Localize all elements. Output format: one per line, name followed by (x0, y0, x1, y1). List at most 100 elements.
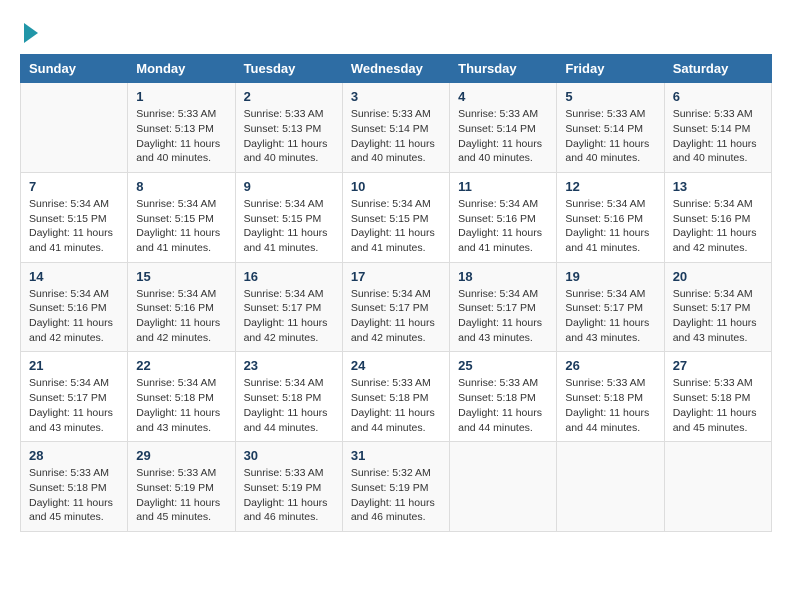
day-number: 28 (29, 448, 119, 463)
day-number: 3 (351, 89, 441, 104)
day-number: 8 (136, 179, 226, 194)
day-info: Sunrise: 5:34 AMSunset: 5:17 PMDaylight:… (244, 287, 334, 346)
calendar-cell: 14 Sunrise: 5:34 AMSunset: 5:16 PMDayligh… (21, 262, 128, 352)
day-info: Sunrise: 5:34 AMSunset: 5:15 PMDaylight:… (351, 197, 441, 256)
calendar-cell: 3Sunrise: 5:33 AMSunset: 5:14 PMDaylight… (342, 83, 449, 173)
col-header-thursday: Thursday (450, 55, 557, 83)
calendar-cell: 13 Sunrise: 5:34 AMSunset: 5:16 PMDayligh… (664, 172, 771, 262)
calendar-cell: 10 Sunrise: 5:34 AMSunset: 5:15 PMDayligh… (342, 172, 449, 262)
calendar-cell (21, 83, 128, 173)
day-info: Sunrise: 5:34 AMSunset: 5:17 PMDaylight:… (29, 376, 119, 435)
logo-arrow-icon (24, 23, 38, 43)
day-number: 14 (29, 269, 119, 284)
day-info: Sunrise: 5:34 AMSunset: 5:18 PMDaylight:… (244, 376, 334, 435)
calendar-cell: 27 Sunrise: 5:33 AMSunset: 5:18 PMDayligh… (664, 352, 771, 442)
calendar-cell: 31 Sunrise: 5:32 AMSunset: 5:19 PMDayligh… (342, 442, 449, 532)
day-info: Sunrise: 5:33 AMSunset: 5:13 PMDaylight:… (244, 107, 334, 166)
day-info: Sunrise: 5:34 AMSunset: 5:15 PMDaylight:… (244, 197, 334, 256)
calendar-cell: 4Sunrise: 5:33 AMSunset: 5:14 PMDaylight… (450, 83, 557, 173)
day-info: Sunrise: 5:33 AMSunset: 5:14 PMDaylight:… (673, 107, 763, 166)
day-number: 22 (136, 358, 226, 373)
day-number: 21 (29, 358, 119, 373)
day-number: 13 (673, 179, 763, 194)
calendar-cell: 7 Sunrise: 5:34 AMSunset: 5:15 PMDaylight… (21, 172, 128, 262)
day-info: Sunrise: 5:33 AMSunset: 5:19 PMDaylight:… (244, 466, 334, 525)
calendar-cell: 26Sunrise: 5:33 AMSunset: 5:18 PMDayligh… (557, 352, 664, 442)
calendar-cell: 29 Sunrise: 5:33 AMSunset: 5:19 PMDayligh… (128, 442, 235, 532)
day-info: Sunrise: 5:33 AMSunset: 5:14 PMDaylight:… (565, 107, 655, 166)
day-number: 9 (244, 179, 334, 194)
day-number: 25 (458, 358, 548, 373)
day-info: Sunrise: 5:33 AMSunset: 5:14 PMDaylight:… (458, 107, 548, 166)
day-info: Sunrise: 5:34 AMSunset: 5:16 PMDaylight:… (29, 287, 119, 346)
day-number: 6 (673, 89, 763, 104)
day-number: 15 (136, 269, 226, 284)
day-info: Sunrise: 5:34 AMSunset: 5:15 PMDaylight:… (136, 197, 226, 256)
calendar-cell: 30 Sunrise: 5:33 AMSunset: 5:19 PMDayligh… (235, 442, 342, 532)
day-number: 5 (565, 89, 655, 104)
day-info: Sunrise: 5:34 AMSunset: 5:16 PMDaylight:… (136, 287, 226, 346)
day-info: Sunrise: 5:33 AMSunset: 5:13 PMDaylight:… (136, 107, 226, 166)
col-header-tuesday: Tuesday (235, 55, 342, 83)
calendar-cell: 28 Sunrise: 5:33 AMSunset: 5:18 PMDayligh… (21, 442, 128, 532)
day-number: 24 (351, 358, 441, 373)
day-number: 11 (458, 179, 548, 194)
day-info: Sunrise: 5:33 AMSunset: 5:18 PMDaylight:… (351, 376, 441, 435)
day-info: Sunrise: 5:34 AMSunset: 5:17 PMDaylight:… (351, 287, 441, 346)
calendar-cell: 5 Sunrise: 5:33 AMSunset: 5:14 PMDaylight… (557, 83, 664, 173)
day-number: 12 (565, 179, 655, 194)
day-number: 29 (136, 448, 226, 463)
day-info: Sunrise: 5:33 AMSunset: 5:18 PMDaylight:… (458, 376, 548, 435)
week-row-2: 7 Sunrise: 5:34 AMSunset: 5:15 PMDaylight… (21, 172, 772, 262)
calendar-cell: 19 Sunrise: 5:34 AMSunset: 5:17 PMDayligh… (557, 262, 664, 352)
col-header-saturday: Saturday (664, 55, 771, 83)
calendar-cell: 23 Sunrise: 5:34 AMSunset: 5:18 PMDayligh… (235, 352, 342, 442)
calendar-cell: 9 Sunrise: 5:34 AMSunset: 5:15 PMDaylight… (235, 172, 342, 262)
day-info: Sunrise: 5:34 AMSunset: 5:15 PMDaylight:… (29, 197, 119, 256)
day-number: 10 (351, 179, 441, 194)
day-number: 17 (351, 269, 441, 284)
header-row: SundayMondayTuesdayWednesdayThursdayFrid… (21, 55, 772, 83)
calendar-cell: 24 Sunrise: 5:33 AMSunset: 5:18 PMDayligh… (342, 352, 449, 442)
calendar-cell: 17 Sunrise: 5:34 AMSunset: 5:17 PMDayligh… (342, 262, 449, 352)
calendar-cell: 8 Sunrise: 5:34 AMSunset: 5:15 PMDaylight… (128, 172, 235, 262)
calendar-cell: 20Sunrise: 5:34 AMSunset: 5:17 PMDayligh… (664, 262, 771, 352)
day-number: 30 (244, 448, 334, 463)
col-header-sunday: Sunday (21, 55, 128, 83)
day-number: 23 (244, 358, 334, 373)
calendar-cell (664, 442, 771, 532)
calendar-cell: 2Sunrise: 5:33 AMSunset: 5:13 PMDaylight… (235, 83, 342, 173)
calendar-cell (450, 442, 557, 532)
calendar-cell: 18 Sunrise: 5:34 AMSunset: 5:17 PMDayligh… (450, 262, 557, 352)
week-row-1: 1 Sunrise: 5:33 AMSunset: 5:13 PMDaylight… (21, 83, 772, 173)
calendar-cell: 6 Sunrise: 5:33 AMSunset: 5:14 PMDaylight… (664, 83, 771, 173)
day-info: Sunrise: 5:34 AMSunset: 5:16 PMDaylight:… (673, 197, 763, 256)
calendar-table: SundayMondayTuesdayWednesdayThursdayFrid… (20, 54, 772, 532)
col-header-friday: Friday (557, 55, 664, 83)
day-info: Sunrise: 5:33 AMSunset: 5:18 PMDaylight:… (673, 376, 763, 435)
day-info: Sunrise: 5:34 AMSunset: 5:16 PMDaylight:… (565, 197, 655, 256)
calendar-cell (557, 442, 664, 532)
day-number: 19 (565, 269, 655, 284)
day-number: 27 (673, 358, 763, 373)
week-row-4: 21 Sunrise: 5:34 AMSunset: 5:17 PMDayligh… (21, 352, 772, 442)
day-info: Sunrise: 5:33 AMSunset: 5:18 PMDaylight:… (29, 466, 119, 525)
calendar-cell: 1 Sunrise: 5:33 AMSunset: 5:13 PMDaylight… (128, 83, 235, 173)
week-row-3: 14 Sunrise: 5:34 AMSunset: 5:16 PMDayligh… (21, 262, 772, 352)
day-info: Sunrise: 5:34 AMSunset: 5:18 PMDaylight:… (136, 376, 226, 435)
day-number: 7 (29, 179, 119, 194)
day-number: 31 (351, 448, 441, 463)
day-info: Sunrise: 5:34 AMSunset: 5:17 PMDaylight:… (565, 287, 655, 346)
col-header-monday: Monday (128, 55, 235, 83)
week-row-5: 28 Sunrise: 5:33 AMSunset: 5:18 PMDayligh… (21, 442, 772, 532)
day-info: Sunrise: 5:34 AMSunset: 5:17 PMDaylight:… (458, 287, 548, 346)
day-info: Sunrise: 5:32 AMSunset: 5:19 PMDaylight:… (351, 466, 441, 525)
calendar-cell: 16Sunrise: 5:34 AMSunset: 5:17 PMDayligh… (235, 262, 342, 352)
day-number: 18 (458, 269, 548, 284)
day-number: 1 (136, 89, 226, 104)
calendar-cell: 22 Sunrise: 5:34 AMSunset: 5:18 PMDayligh… (128, 352, 235, 442)
day-info: Sunrise: 5:34 AMSunset: 5:16 PMDaylight:… (458, 197, 548, 256)
calendar-cell: 11 Sunrise: 5:34 AMSunset: 5:16 PMDayligh… (450, 172, 557, 262)
day-info: Sunrise: 5:33 AMSunset: 5:19 PMDaylight:… (136, 466, 226, 525)
calendar-cell: 25 Sunrise: 5:33 AMSunset: 5:18 PMDayligh… (450, 352, 557, 442)
